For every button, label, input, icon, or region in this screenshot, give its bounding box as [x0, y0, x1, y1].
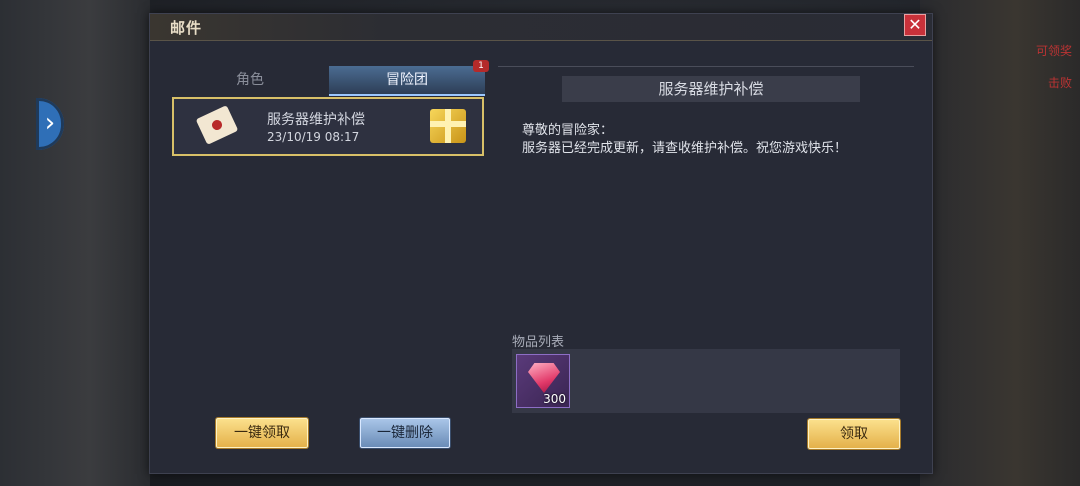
gem-icon	[528, 363, 560, 393]
wax-seal-icon	[210, 118, 224, 132]
claim-all-button[interactable]: 一键领取	[216, 418, 308, 448]
mail-body: 服务器已经完成更新，请查收维护补偿。祝您游戏快乐！	[522, 141, 848, 156]
delete-all-button[interactable]: 一键删除	[360, 418, 450, 448]
mail-detail-panel: 服务器维护补偿 尊敬的冒险家： 服务器已经完成更新，请查收维护补偿。祝您游戏快乐…	[498, 66, 914, 460]
item-slot[interactable]: 300	[516, 354, 570, 408]
tab-role-label: 角色	[236, 72, 264, 88]
hud-text-2: 击败	[1047, 76, 1072, 90]
tab-adventure-group[interactable]: 冒险团 1	[329, 60, 489, 96]
claim-button[interactable]: 领取	[808, 419, 900, 449]
window-titlebar: 邮件 ✕	[150, 14, 932, 41]
mail-item-time: 23/10/19 08:17	[267, 130, 360, 144]
game-background-left	[0, 0, 150, 486]
mail-detail-title: 服务器维护补偿	[562, 76, 860, 102]
mail-window: 邮件 ✕ 角色 冒险团 1 服务器维护补偿 23/10/19 08:17 一键领…	[149, 13, 933, 474]
envelope-icon	[195, 105, 239, 145]
item-quantity: 300	[543, 392, 566, 406]
gift-box-icon	[430, 109, 466, 143]
items-list: 300	[512, 349, 900, 413]
mail-list-item[interactable]: 服务器维护补偿 23/10/19 08:17	[172, 97, 484, 156]
mail-item-title: 服务器维护补偿	[267, 112, 365, 128]
tab-adventure-group-label: 冒险团	[386, 72, 428, 88]
hud-text-1: 可领奖	[1035, 44, 1072, 58]
window-title: 邮件	[170, 19, 203, 37]
unread-badge: 1	[473, 60, 489, 72]
mail-greeting: 尊敬的冒险家：	[522, 123, 614, 138]
game-background-right: 可领奖 击败	[920, 0, 1080, 486]
mail-tabs: 角色 冒险团 1	[172, 60, 489, 96]
tab-role[interactable]: 角色	[172, 66, 328, 94]
close-button[interactable]: ✕	[904, 14, 926, 36]
items-list-label: 物品列表	[512, 335, 565, 350]
